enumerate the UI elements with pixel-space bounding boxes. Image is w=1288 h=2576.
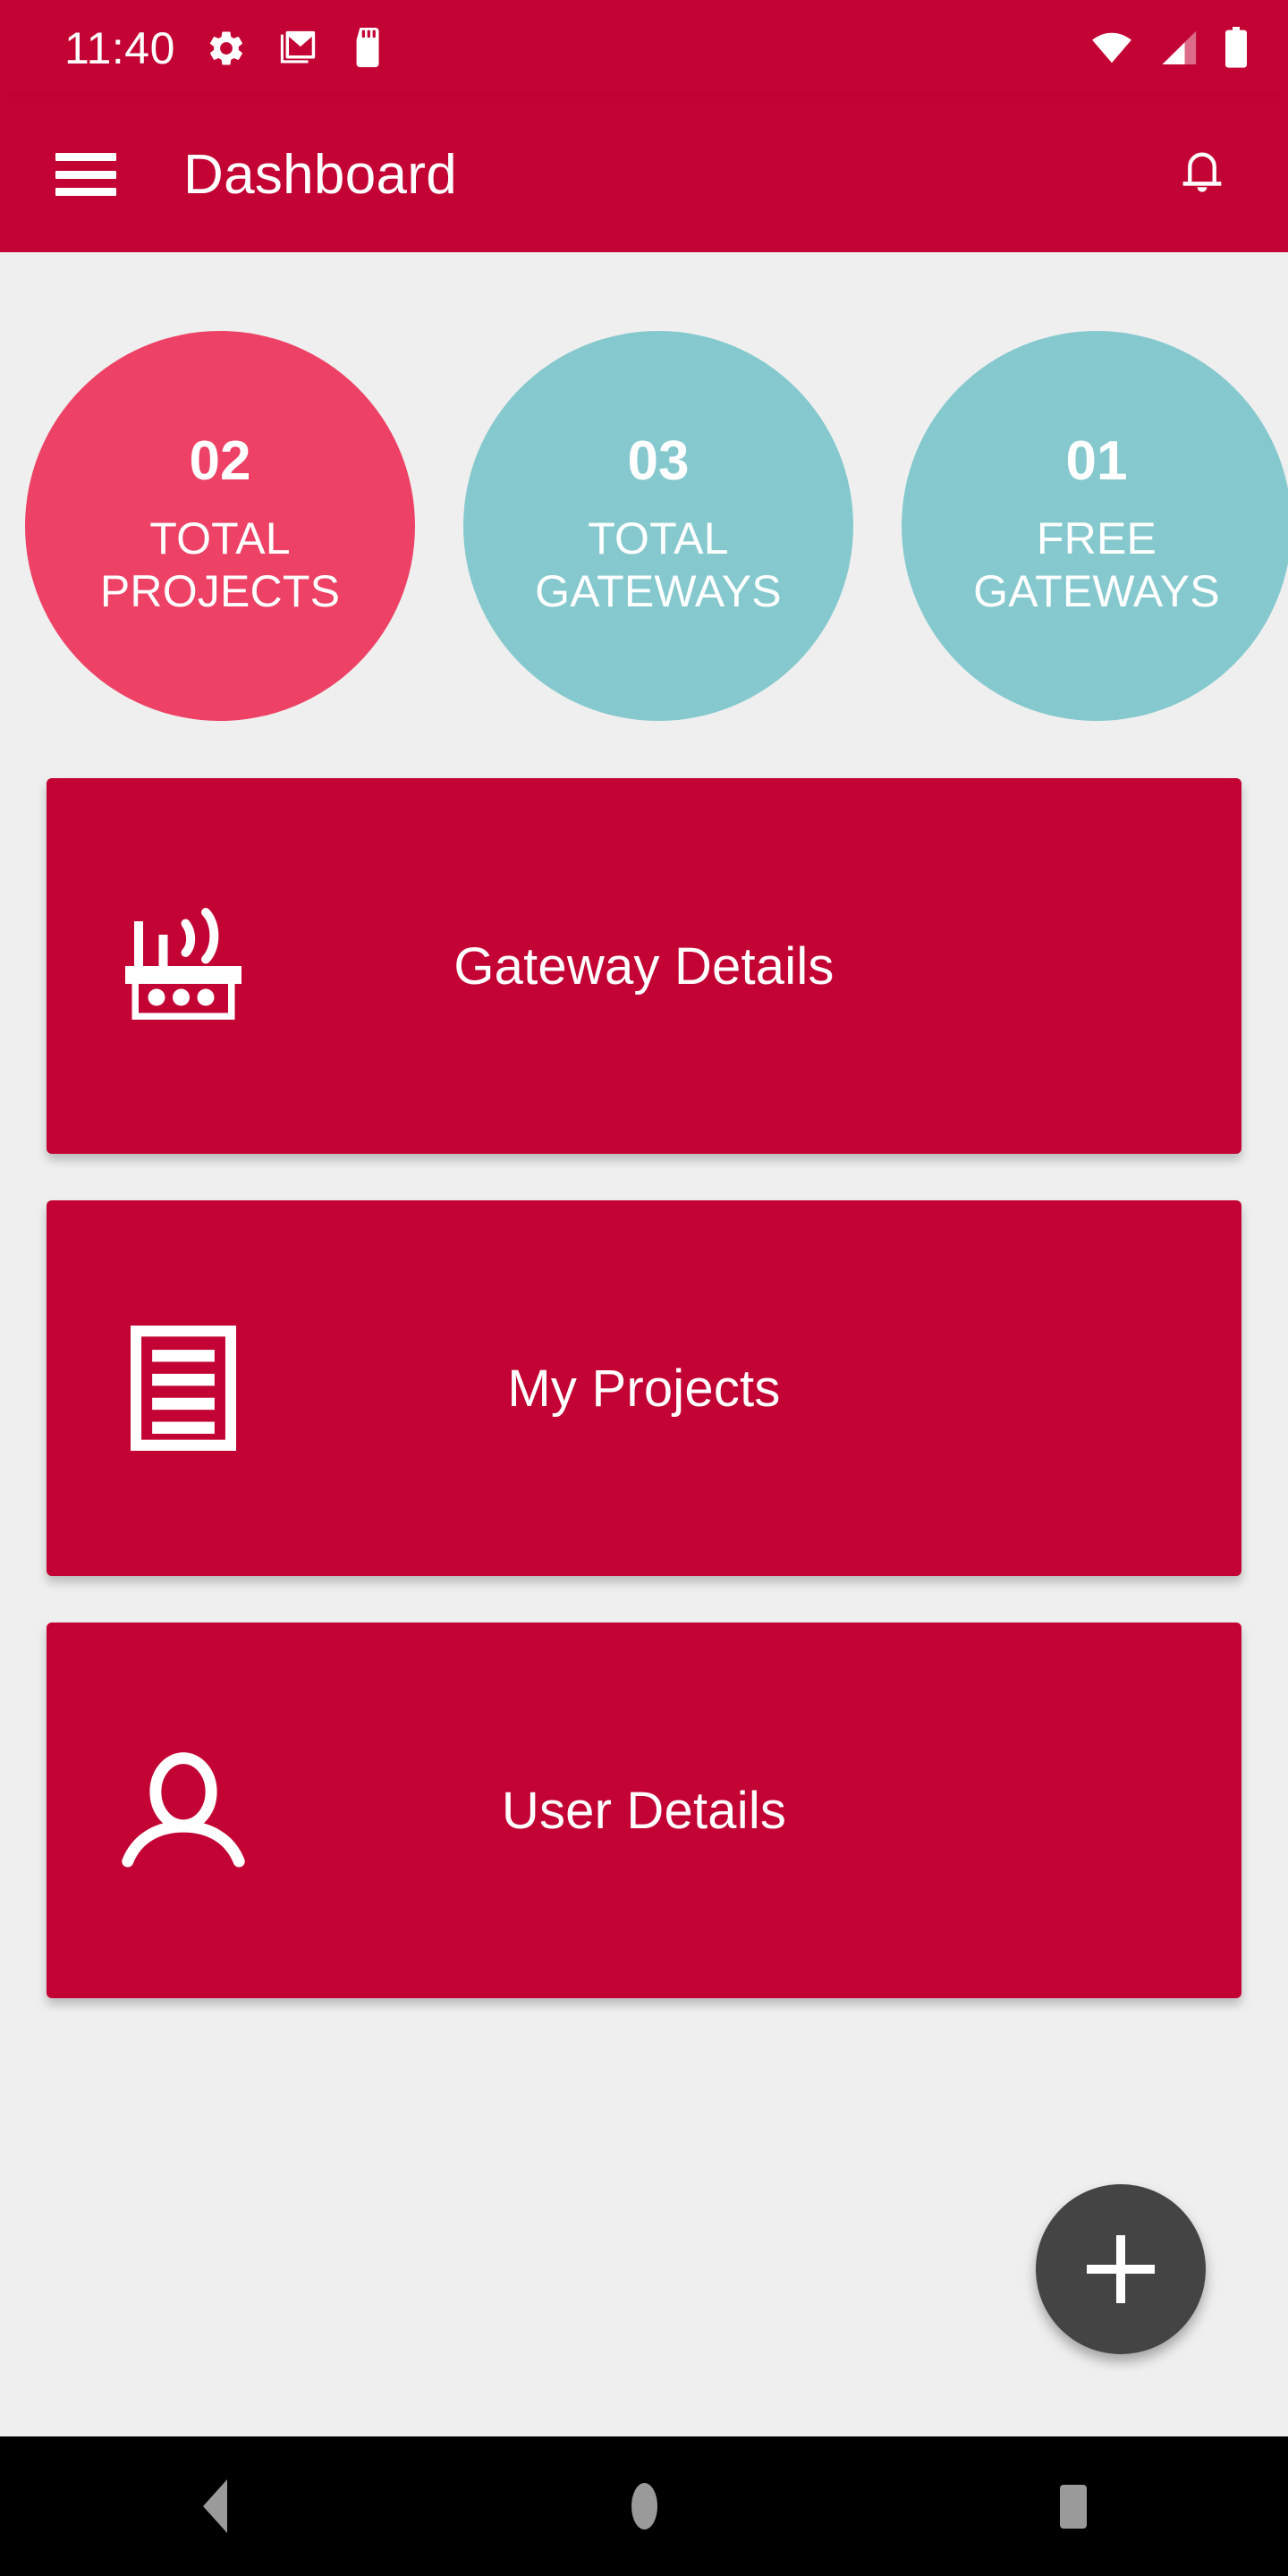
person-icon: [116, 1743, 250, 1877]
stats-row: 02 TOTAL PROJECTS 03 TOTAL GATEWAYS 01 F…: [0, 331, 1288, 721]
cellular-signal-icon: [1161, 30, 1197, 65]
status-bar: 11:40: [0, 0, 1288, 97]
stat-label-line1: TOTAL: [588, 513, 729, 564]
recents-square-icon: [1060, 2484, 1087, 2529]
stat-label-line2: PROJECTS: [99, 566, 341, 616]
dashboard-content: 02 TOTAL PROJECTS 03 TOTAL GATEWAYS 01 F…: [0, 252, 1288, 2436]
stat-circle-total-gateways[interactable]: 03 TOTAL GATEWAYS: [463, 331, 853, 721]
nav-recents-button[interactable]: [993, 2436, 1154, 2576]
stat-value: 03: [627, 430, 690, 492]
back-triangle-icon: [202, 2479, 227, 2533]
notification-button[interactable]: [1159, 131, 1245, 217]
hamburger-bar-1: [55, 153, 116, 161]
nav-home-button[interactable]: [564, 2436, 724, 2576]
status-bar-right: [1089, 27, 1249, 70]
stat-circle-free-gateways[interactable]: 01 FREE GATEWAYS: [902, 331, 1288, 721]
stat-label: FREE GATEWAYS: [973, 513, 1220, 618]
wifi-icon: [1092, 32, 1131, 64]
page-title: Dashboard: [183, 143, 458, 206]
stat-circle-total-projects[interactable]: 02 TOTAL PROJECTS: [25, 331, 415, 721]
stat-label-line2: GATEWAYS: [535, 566, 782, 616]
app-bar: Dashboard: [0, 97, 1288, 252]
hamburger-menu-icon[interactable]: [55, 153, 116, 196]
status-bar-left: 11:40: [64, 26, 388, 71]
stat-label-line2: GATEWAYS: [973, 566, 1220, 616]
stat-label: TOTAL PROJECTS: [100, 513, 340, 618]
status-clock: 11:40: [64, 23, 175, 73]
router-icon: [116, 899, 250, 1033]
bell-icon: [1182, 152, 1222, 192]
gmail-icon: [280, 30, 316, 64]
document-list-icon: [116, 1321, 250, 1455]
stat-label-line1: TOTAL: [149, 513, 291, 564]
menu-card-my-projects[interactable]: My Projects: [47, 1200, 1241, 1576]
phone-screen: 11:40 Dashboard 02 TOTAL PROJECTS 03 TOT…: [0, 0, 1288, 2576]
nav-back-button[interactable]: [134, 2436, 295, 2576]
stat-label: TOTAL GATEWAYS: [535, 513, 782, 618]
plus-icon: [1087, 2235, 1155, 2303]
stat-value: 01: [1065, 430, 1128, 492]
battery-icon: [1225, 27, 1247, 68]
menu-card-user-details[interactable]: User Details: [47, 1623, 1241, 1998]
home-circle-icon: [631, 2483, 657, 2529]
menu-card-list: Gateway Details My Projects User Details: [0, 778, 1288, 2045]
add-button[interactable]: [1036, 2184, 1206, 2354]
gear-icon: [209, 31, 242, 65]
hamburger-bar-3: [55, 188, 116, 196]
hamburger-bar-2: [55, 170, 116, 179]
sd-card-icon: [356, 28, 379, 68]
menu-card-gateway-details[interactable]: Gateway Details: [47, 778, 1241, 1154]
stat-value: 02: [189, 430, 251, 492]
system-nav-bar: [0, 2436, 1288, 2576]
stat-label-line1: FREE: [1036, 513, 1157, 564]
